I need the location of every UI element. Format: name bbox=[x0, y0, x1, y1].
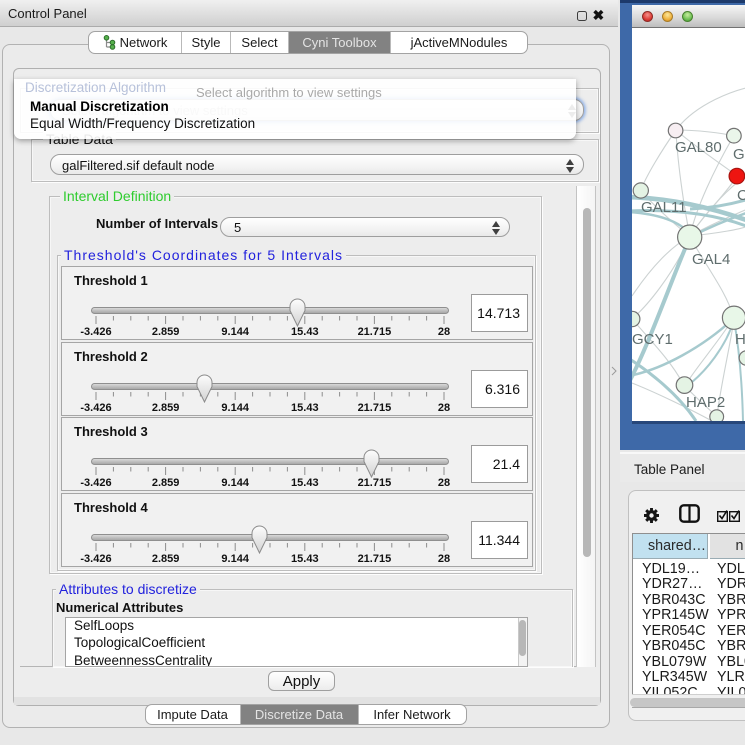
svg-text:21.715: 21.715 bbox=[358, 553, 392, 565]
svg-text:9.144: 9.144 bbox=[221, 326, 249, 338]
svg-text:C: C bbox=[737, 187, 745, 204]
svg-text:28: 28 bbox=[438, 477, 450, 489]
svg-text:HAP2: HAP2 bbox=[686, 394, 725, 411]
svg-text:GAL80: GAL80 bbox=[675, 139, 722, 156]
svg-text:28: 28 bbox=[438, 326, 450, 338]
svg-text:-3.426: -3.426 bbox=[80, 402, 111, 414]
svg-text:28: 28 bbox=[438, 553, 450, 565]
svg-text:2.859: 2.859 bbox=[152, 326, 180, 338]
svg-text:9.144: 9.144 bbox=[221, 402, 249, 414]
svg-text:21.715: 21.715 bbox=[358, 477, 392, 489]
svg-text:28: 28 bbox=[438, 402, 450, 414]
svg-text:GAL4: GAL4 bbox=[692, 251, 730, 268]
svg-text:15.43: 15.43 bbox=[291, 402, 319, 414]
svg-text:9.144: 9.144 bbox=[221, 553, 249, 565]
svg-text:21.715: 21.715 bbox=[358, 402, 392, 414]
svg-text:GCY1: GCY1 bbox=[632, 331, 673, 348]
svg-text:15.43: 15.43 bbox=[291, 326, 319, 338]
svg-text:15.43: 15.43 bbox=[291, 553, 319, 565]
svg-text:G: G bbox=[733, 146, 745, 163]
svg-text:-3.426: -3.426 bbox=[80, 326, 111, 338]
svg-text:-3.426: -3.426 bbox=[80, 553, 111, 565]
svg-text:2.859: 2.859 bbox=[152, 402, 180, 414]
svg-text:21.715: 21.715 bbox=[358, 326, 392, 338]
svg-text:2.859: 2.859 bbox=[152, 553, 180, 565]
svg-text:15.43: 15.43 bbox=[291, 477, 319, 489]
svg-text:GAL11: GAL11 bbox=[641, 199, 687, 216]
svg-text:-3.426: -3.426 bbox=[80, 477, 111, 489]
svg-text:H: H bbox=[735, 331, 745, 348]
svg-text:9.144: 9.144 bbox=[221, 477, 249, 489]
svg-text:2.859: 2.859 bbox=[152, 477, 180, 489]
